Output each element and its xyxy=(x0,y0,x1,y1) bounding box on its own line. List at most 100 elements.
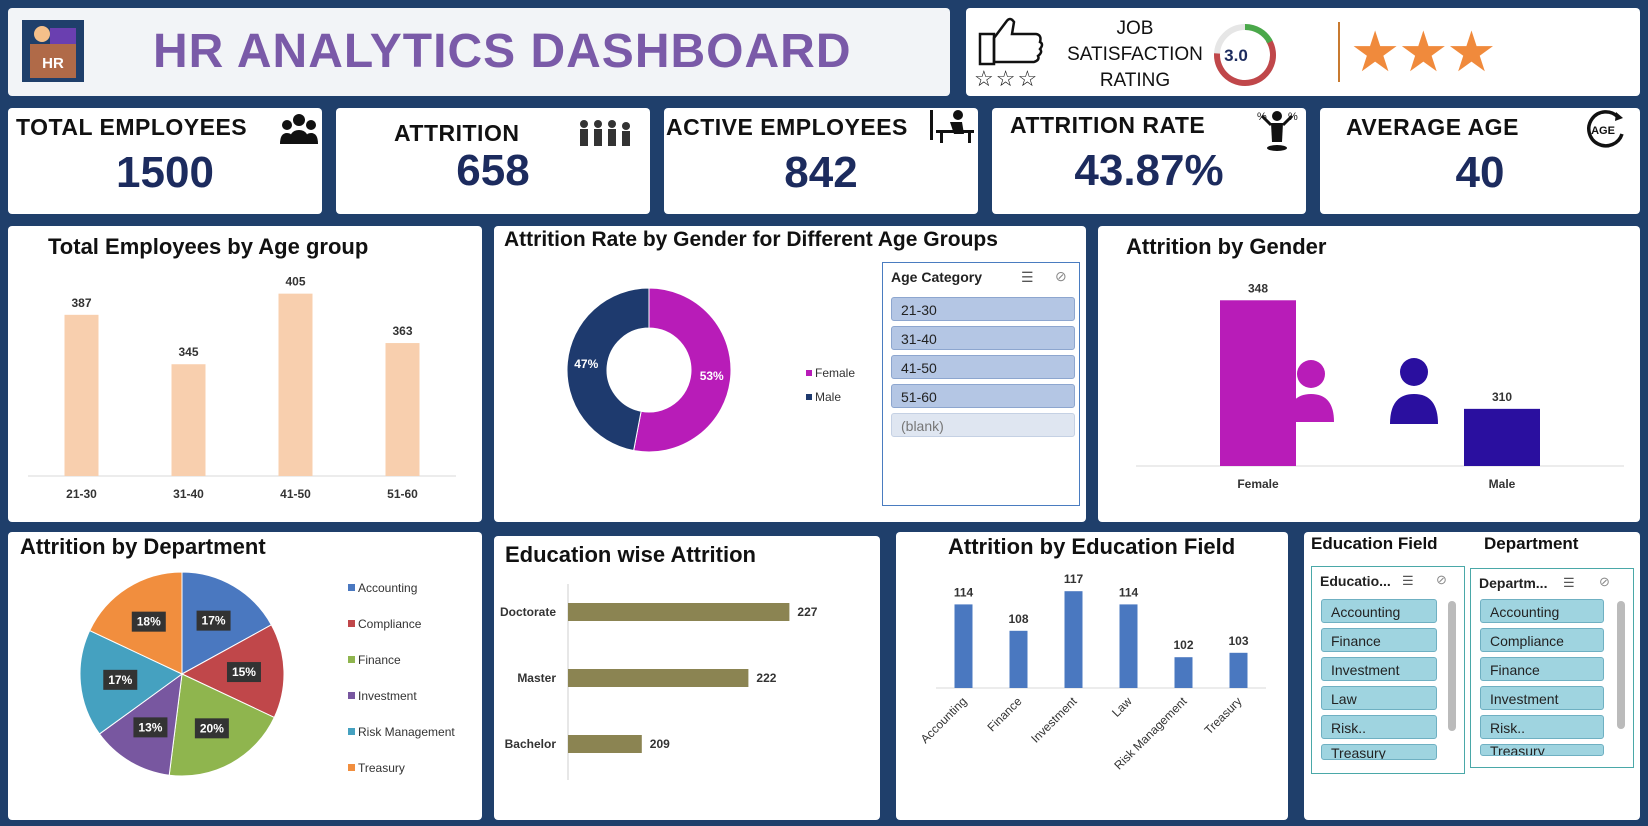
data-label: 345 xyxy=(178,345,198,359)
outline-stars: ☆☆☆ xyxy=(974,66,1040,91)
gender-bar-chart: 348 Female 310 Male xyxy=(1136,281,1624,491)
satisfaction-label-line3: RATING xyxy=(1099,70,1171,91)
kpi-value: 1500 xyxy=(116,148,214,197)
data-label: 348 xyxy=(1248,281,1268,295)
slicer-item-21-30[interactable]: 21-30 xyxy=(891,297,1075,321)
education-field-panel: Attrition by Education Field 114 Accounti… xyxy=(896,532,1288,820)
age-group-chart: 387 21-30 345 31-40 405 41-50 363 51-60 xyxy=(28,275,456,501)
legend-label: Finance xyxy=(358,653,401,667)
data-label: 18% xyxy=(137,615,161,629)
slicer-scrollbar[interactable] xyxy=(1448,601,1456,731)
bar xyxy=(278,293,313,476)
slicer-item-compliance[interactable]: Compliance xyxy=(1480,628,1604,652)
satisfaction-label-line2: SATISFACTION xyxy=(1067,44,1203,65)
data-label: 15% xyxy=(232,665,256,679)
bar xyxy=(568,669,749,687)
slicer-scrollbar[interactable] xyxy=(1617,601,1625,729)
bar xyxy=(1064,591,1083,688)
y-tick-label: Doctorate xyxy=(500,605,556,619)
data-label: 108 xyxy=(1008,612,1028,626)
department-panel: Attrition by Department 17% 15% 20% 13% 17% 1… xyxy=(8,532,482,820)
slicer-item-accounting[interactable]: Accounting xyxy=(1321,599,1437,623)
thumbs-up-icon xyxy=(974,16,1054,71)
x-tick-label: Law xyxy=(1109,694,1135,720)
satisfaction-label-line1: JOB xyxy=(1116,18,1154,39)
clear-filter-icon[interactable]: ⊘ xyxy=(1436,572,1447,588)
y-tick-label: Bachelor xyxy=(505,737,557,751)
data-label: 47% xyxy=(574,357,598,371)
header-panel: HR HR ANALYTICS DASHBOARD xyxy=(8,8,950,96)
kpi-value: 43.87% xyxy=(1074,146,1224,195)
slicer-item-finance[interactable]: Finance xyxy=(1480,657,1604,681)
data-label: 103 xyxy=(1228,634,1248,648)
data-label: 20% xyxy=(200,721,224,735)
education-field-caption: Education Field xyxy=(1311,534,1438,553)
legend-swatch xyxy=(348,728,355,735)
legend-label: Compliance xyxy=(358,617,422,631)
legend-label: Female xyxy=(815,366,855,380)
slicers-panel: Education Field Department Educatio... ☰… xyxy=(1304,532,1640,820)
slicer-item-41-50[interactable]: 41-50 xyxy=(891,355,1075,379)
data-label: 222 xyxy=(756,671,776,685)
kpi-title: AVERAGE AGE xyxy=(1346,114,1519,140)
x-tick-label: Treasury xyxy=(1202,694,1245,737)
data-label: 114 xyxy=(1119,585,1139,599)
star-rating-fill: ★★★ xyxy=(1350,20,1497,83)
age-group-panel: Total Employees by Age group 387 21-30 345… xyxy=(8,226,482,522)
slicer-item-law[interactable]: Law xyxy=(1321,686,1437,710)
data-label: 117 xyxy=(1064,572,1084,586)
data-label: 310 xyxy=(1492,390,1512,404)
kpi-attrition-rate: ATTRITION RATE %% 43.87% xyxy=(992,108,1306,214)
age-category-slicer: Age Category ☰ ⊘ 21-30 31-40 41-50 51-60… xyxy=(882,262,1080,506)
slicer-header: Age Category xyxy=(891,269,983,285)
bar xyxy=(954,604,973,688)
x-tick-label: 41-50 xyxy=(280,487,311,501)
data-label: 114 xyxy=(954,585,974,599)
gender-attrition-panel: Attrition by Gender 348 Female 310 Male xyxy=(1098,226,1640,522)
legend-swatch xyxy=(348,764,355,771)
slicer-item-treasury[interactable]: Treasury xyxy=(1321,744,1437,760)
education-field-chart: 114 Accounting 108 Finance 117 Investment 114 L… xyxy=(918,572,1266,773)
legend-swatch xyxy=(348,584,355,591)
slicer-item-51-60[interactable]: 51-60 xyxy=(891,384,1075,408)
bar xyxy=(1220,300,1296,466)
multi-select-icon[interactable]: ☰ xyxy=(1021,269,1034,286)
slicer-item-accounting[interactable]: Accounting xyxy=(1480,599,1604,623)
bar xyxy=(1229,652,1248,688)
male-person-icon xyxy=(1390,394,1438,424)
kpi-value: 40 xyxy=(1455,148,1505,197)
clear-filter-icon[interactable]: ⊘ xyxy=(1599,574,1610,590)
legend-label: Investment xyxy=(358,689,417,703)
multi-select-icon[interactable]: ☰ xyxy=(1563,575,1575,591)
slicer-item-blank[interactable]: (blank) xyxy=(891,413,1075,437)
slicer-item-investment[interactable]: Investment xyxy=(1321,657,1437,681)
kpi-title: ATTRITION RATE xyxy=(1010,112,1206,138)
clear-filter-icon[interactable]: ⊘ xyxy=(1055,268,1067,285)
slicer-item-treasury[interactable]: Treasury xyxy=(1480,744,1604,756)
data-label: 387 xyxy=(71,296,91,310)
kpi-average-age: AVERAGE AGE AGE 40 xyxy=(1320,108,1640,214)
legend-swatch xyxy=(348,692,355,699)
slicer-item-31-40[interactable]: 31-40 xyxy=(891,326,1075,350)
data-label: 363 xyxy=(392,324,412,338)
slicer-item-risk[interactable]: Risk.. xyxy=(1321,715,1437,739)
multi-select-icon[interactable]: ☰ xyxy=(1402,573,1414,589)
slicer-item-investment[interactable]: Investment xyxy=(1480,686,1604,710)
data-label: 13% xyxy=(138,720,162,734)
department-caption: Department xyxy=(1484,534,1579,553)
data-label: 102 xyxy=(1173,638,1193,652)
legend-label: Treasury xyxy=(358,761,405,775)
slicer-item-risk[interactable]: Risk.. xyxy=(1480,715,1604,739)
bar xyxy=(568,603,790,621)
education-field-slicer: Educatio... ☰ ⊘ Accounting Finance Inves… xyxy=(1311,566,1465,774)
kpi-active-employees: ACTIVE EMPLOYEES 842 xyxy=(664,108,978,214)
bar xyxy=(1119,604,1138,688)
kpi-value: 842 xyxy=(784,148,858,197)
slicer-header: Educatio... xyxy=(1320,573,1391,589)
slicer-item-finance[interactable]: Finance xyxy=(1321,628,1437,652)
x-tick-label: Male xyxy=(1489,477,1516,491)
x-tick-label: 31-40 xyxy=(173,487,204,501)
hr-logo: HR xyxy=(22,20,84,82)
bar xyxy=(568,735,642,753)
kpi-title: ATTRITION xyxy=(394,120,520,146)
